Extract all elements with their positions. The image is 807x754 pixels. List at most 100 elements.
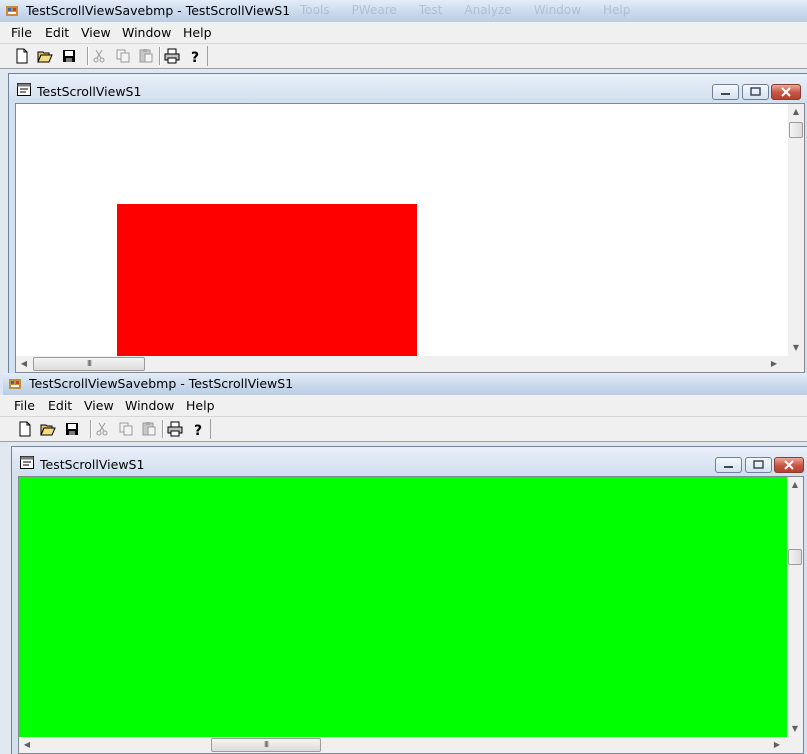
title-bar[interactable]: TestScrollViewSavebmp - TestScrollViewS1…	[0, 0, 807, 22]
scroll-right-arrow-icon[interactable]: ▶	[769, 737, 785, 753]
svg-text:?: ?	[191, 50, 199, 64]
horizontal-scrollbar[interactable]: ◀ III ▶	[19, 737, 803, 753]
print-button[interactable]	[166, 420, 184, 438]
open-icon	[40, 424, 56, 436]
print-icon	[167, 421, 183, 437]
ghost-item: Help	[603, 3, 631, 17]
mdi-client: TestScrollViewS1 ▲ ▼ ◀ III ▶	[0, 69, 807, 374]
save-button[interactable]	[60, 47, 78, 65]
vertical-scrollbar[interactable]: ▲ ▼	[787, 477, 803, 737]
minimize-button[interactable]	[712, 84, 739, 100]
mdi-client: TestScrollViewS1 ▲ ▼ ◀ III ▶	[0, 442, 807, 754]
scroll-up-arrow-icon[interactable]: ▲	[787, 477, 803, 493]
close-button[interactable]	[774, 457, 804, 473]
copy-button[interactable]	[117, 420, 135, 438]
open-button[interactable]	[36, 47, 54, 65]
print-icon	[164, 48, 180, 64]
minimize-icon	[724, 466, 733, 468]
ghost-item: Analyze	[464, 3, 512, 17]
red-rectangle	[117, 204, 417, 364]
paste-button[interactable]	[137, 47, 155, 65]
save-button[interactable]	[63, 420, 81, 438]
new-icon	[19, 421, 31, 437]
menu-file[interactable]: File	[14, 398, 35, 413]
scroll-right-arrow-icon[interactable]: ▶	[766, 356, 782, 372]
cut-icon	[93, 49, 105, 63]
menu-help[interactable]: Help	[183, 25, 212, 40]
new-button[interactable]	[16, 420, 34, 438]
svg-text:?: ?	[194, 423, 202, 437]
child-title-bar[interactable]: TestScrollViewS1	[12, 447, 807, 473]
window-title: TestScrollViewSavebmp - TestScrollViewS1	[29, 376, 294, 391]
ghost-item: PWeare	[351, 3, 397, 17]
child-window: TestScrollViewS1 ▲ ▼ ◀ III ▶	[11, 446, 807, 754]
menu-window[interactable]: Window	[122, 25, 171, 40]
horizontal-scroll-thumb[interactable]: III	[211, 738, 321, 752]
toolbar: ?	[0, 417, 807, 442]
save-icon	[66, 423, 78, 435]
menu-file[interactable]: File	[11, 25, 32, 40]
print-button[interactable]	[163, 47, 181, 65]
restore-button[interactable]	[745, 457, 772, 473]
document-icon	[17, 83, 31, 96]
child-window: TestScrollViewS1 ▲ ▼ ◀ III ▶	[8, 73, 807, 374]
horizontal-scroll-thumb[interactable]: III	[33, 357, 145, 371]
child-title-bar[interactable]: TestScrollViewS1	[9, 74, 807, 100]
client-area: ▲ ▼ ◀ III ▶	[15, 103, 805, 373]
child-title: TestScrollViewS1	[37, 84, 142, 99]
toolbar-separator	[90, 420, 92, 438]
menu-view[interactable]: View	[81, 25, 111, 40]
toolbar-end	[207, 46, 208, 66]
restore-icon	[750, 87, 761, 96]
green-fill	[19, 477, 787, 737]
help-button[interactable]: ?	[189, 420, 207, 438]
toolbar-separator	[87, 47, 89, 65]
document-icon	[20, 456, 34, 469]
app-icon	[6, 6, 18, 16]
paste-icon	[142, 422, 156, 436]
close-icon	[781, 87, 791, 97]
vertical-scroll-thumb[interactable]	[788, 549, 802, 565]
client-area: ▲ ▼ ◀ III ▶	[18, 476, 804, 754]
vertical-scrollbar[interactable]: ▲ ▼	[788, 104, 804, 356]
scroll-left-arrow-icon[interactable]: ◀	[19, 737, 35, 753]
ghost-item: Window	[533, 3, 582, 17]
copy-button[interactable]	[114, 47, 132, 65]
cut-button[interactable]	[93, 420, 111, 438]
cut-button[interactable]	[90, 47, 108, 65]
copy-icon	[116, 49, 130, 63]
scroll-up-arrow-icon[interactable]: ▲	[788, 104, 804, 120]
new-button[interactable]	[13, 47, 31, 65]
close-button[interactable]	[771, 84, 801, 100]
paste-button[interactable]	[140, 420, 158, 438]
menu-window[interactable]: Window	[125, 398, 174, 413]
minimize-button[interactable]	[715, 457, 742, 473]
help-icon: ?	[191, 50, 199, 64]
copy-icon	[119, 422, 133, 436]
menu-bar: File Edit View Window Help	[0, 395, 807, 417]
app-window-2: TestScrollViewSavebmp - TestScrollViewS1…	[0, 373, 807, 754]
toolbar-end	[210, 419, 211, 439]
horizontal-scrollbar[interactable]: ◀ III ▶	[16, 356, 804, 372]
title-bar[interactable]: TestScrollViewSavebmp - TestScrollViewS1	[3, 373, 807, 395]
menu-view[interactable]: View	[84, 398, 114, 413]
child-title: TestScrollViewS1	[40, 457, 145, 472]
ghost-item: Tools	[300, 3, 330, 17]
new-icon	[16, 48, 28, 64]
scroll-left-arrow-icon[interactable]: ◀	[16, 356, 32, 372]
close-icon	[784, 460, 794, 470]
app-window-1: TestScrollViewSavebmp - TestScrollViewS1…	[0, 0, 807, 374]
menu-bar: File Edit View Window Help	[0, 22, 807, 44]
restore-button[interactable]	[742, 84, 769, 100]
menu-help[interactable]: Help	[186, 398, 215, 413]
menu-edit[interactable]: Edit	[45, 25, 69, 40]
scroll-down-arrow-icon[interactable]: ▼	[787, 721, 803, 737]
help-button[interactable]: ?	[186, 47, 204, 65]
scroll-down-arrow-icon[interactable]: ▼	[788, 340, 804, 356]
open-button[interactable]	[39, 420, 57, 438]
menu-edit[interactable]: Edit	[48, 398, 72, 413]
open-icon	[37, 51, 53, 63]
help-icon: ?	[194, 423, 202, 437]
vertical-scroll-thumb[interactable]	[789, 122, 803, 138]
app-icon	[9, 379, 21, 389]
